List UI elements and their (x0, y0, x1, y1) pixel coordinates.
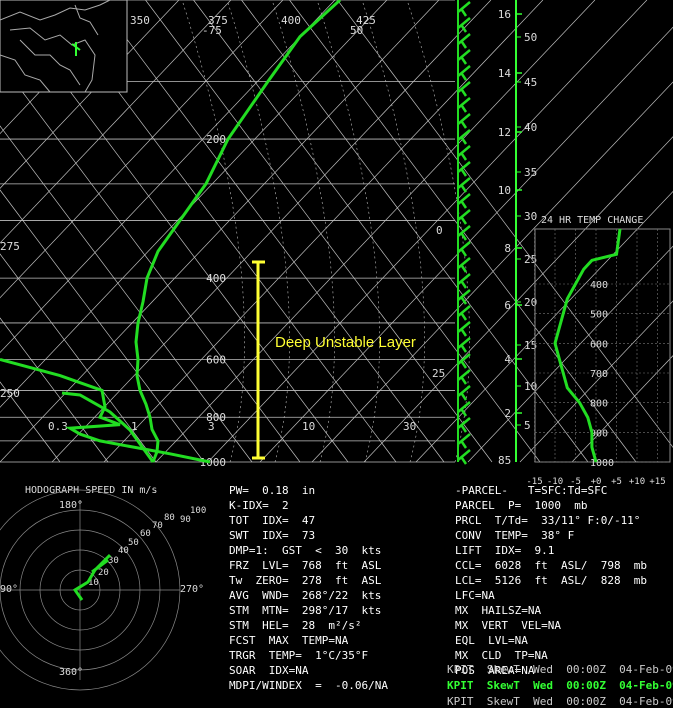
index-row: -PARCEL- T=SFC:Td=SFC (455, 484, 608, 497)
height-kft-label: 50 (524, 31, 537, 44)
index-row: SWT IDX= 73 (229, 529, 316, 542)
temp-change-pressure-label: 1000 (590, 458, 614, 469)
indices-left-panel: PW= 0.18 in K-IDX= 2 TOT IDX= 47 SWT IDX= 7… (229, 483, 449, 693)
hodograph-speed-label: 100 (190, 506, 206, 516)
station-label: KPIT SkewT Wed 00:00Z 04-Feb-09 (447, 663, 673, 676)
station-label: KPIT SkewT Wed 00:00Z 04-Feb-09 (447, 679, 673, 692)
hodograph-speed-label: 50 (128, 538, 139, 548)
hodograph-direction-label: 180° (59, 500, 83, 511)
index-row: STM HEL= 28 m²/s² (229, 619, 362, 632)
index-row: LIFT IDX= 9.1 (455, 544, 555, 557)
index-row: EQL LVL=NA (455, 634, 528, 647)
index-row: STM MTN= 298°/17 kts (229, 604, 382, 617)
temp-change-pressure-label: 500 (590, 310, 608, 321)
station-label-stack: KPIT SkewT Wed 00:00Z 04-Feb-09 KPIT Ske… (447, 663, 673, 708)
index-row: TOT IDX= 47 (229, 514, 316, 527)
height-kft-label: 35 (524, 166, 537, 179)
index-row: CCL= 6028 ft ASL/ 798 mb (455, 559, 648, 572)
index-row: K-IDX= 2 (229, 499, 289, 512)
height-km-label: 2 (504, 407, 511, 420)
pressure-label: 200 (206, 133, 226, 146)
height-km-label: 12 (498, 126, 511, 139)
theta-label: 400 (281, 14, 301, 27)
index-row: PRCL T/Td= 33/11° F:0/-11° (455, 514, 641, 527)
index-row: MX VERT VEL=NA (455, 619, 561, 632)
temp-change-pressure-label: 400 (590, 280, 608, 291)
indices-right-panel: -PARCEL- T=SFC:Td=SFC PARCEL P= 1000 mb PR… (455, 483, 673, 678)
height-bottom-label: 85 (498, 454, 511, 467)
temperature-label: 250 (0, 387, 20, 400)
station-label: KPIT SkewT Wed 00:00Z 04-Feb-09 (447, 695, 673, 708)
mixing-ratio-label: 10 (302, 420, 315, 433)
pressure-label: 600 (206, 354, 226, 367)
temperature-label: 25 (432, 367, 445, 380)
mixing-ratio-label: 0.3 (48, 420, 68, 433)
hodograph-speed-label: 60 (140, 529, 151, 539)
theta-label: 350 (130, 14, 150, 27)
hodograph-direction-label: 270° (180, 584, 204, 595)
height-km-label: 14 (498, 67, 512, 80)
hodograph-direction-label: 90° (0, 584, 18, 595)
hodograph-speed-label: 70 (152, 521, 163, 531)
height-km-label: 10 (498, 184, 511, 197)
height-kft-label: 40 (524, 121, 537, 134)
temp-change-pressure-label: 700 (590, 369, 608, 380)
index-row: SOAR IDX=NA (229, 664, 309, 677)
height-kft-label: 5 (524, 419, 531, 432)
pressure-label: 400 (206, 272, 226, 285)
index-row: FCST MAX TEMP=NA (229, 634, 349, 647)
hodograph-speed-label: 90 (180, 515, 191, 525)
height-km-label: 4 (504, 353, 511, 366)
index-row: PARCEL P= 1000 mb (455, 499, 588, 512)
height-kft-label: 45 (524, 76, 537, 89)
index-row: MDPI/WINDEX = -0.06/NA (229, 679, 388, 692)
index-row: Tw ZERO= 278 ft ASL (229, 574, 382, 587)
height-km-label: 6 (504, 299, 511, 312)
index-row: DMP=1: GST < 30 kts (229, 544, 382, 557)
index-row: TRGR TEMP= 1°C/35°F (229, 649, 369, 662)
hodograph-direction-label: 360° (59, 667, 83, 678)
index-row: LFC=NA (455, 589, 495, 602)
index-row: AVG WND= 268°/22 kts (229, 589, 382, 602)
height-km-label: 16 (498, 8, 511, 21)
index-row: PW= 0.18 in (229, 484, 316, 497)
theta-label: 50 (350, 24, 363, 37)
hodograph-speed-label: 20 (98, 568, 109, 578)
temperature-label: 0 (436, 224, 443, 237)
index-row: CONV TEMP= 38° F (455, 529, 575, 542)
temp-change-pressure-label: 800 (590, 399, 608, 410)
height-kft-label: 30 (524, 210, 537, 223)
temp-change-title: 24 HR TEMP CHANGE (541, 215, 643, 226)
hodograph-speed-label: 30 (108, 556, 119, 566)
hodograph-speed-label: 80 (164, 513, 175, 523)
index-row: LCL= 5126 ft ASL/ 828 mb (455, 574, 648, 587)
pressure-label: 1000 (200, 456, 227, 469)
index-row: FRZ LVL= 768 ft ASL (229, 559, 382, 572)
annotation-text: Deep Unstable Layer (275, 334, 416, 351)
height-km-label: 8 (504, 242, 511, 255)
temp-change-pressure-label: 600 (590, 339, 608, 350)
mixing-ratio-label: 30 (403, 420, 416, 433)
temperature-label: 275 (0, 240, 20, 253)
map-inset-background (0, 0, 127, 92)
theta-label: -75 (202, 24, 222, 37)
index-row: MX CLD TP=NA (455, 649, 548, 662)
index-row: MX HAILSZ=NA (455, 604, 542, 617)
mixing-ratio-label: 3 (208, 420, 215, 433)
